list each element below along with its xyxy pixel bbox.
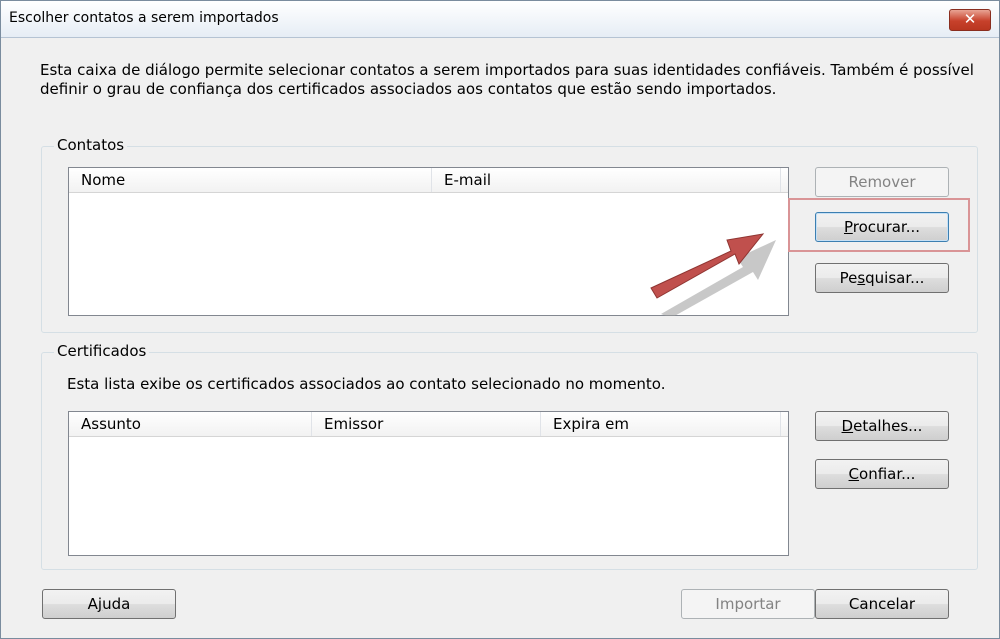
remove-button[interactable]: Remover [815,167,949,197]
details-button[interactable]: Detalhes... [815,411,949,441]
close-icon: ✕ [963,10,977,28]
column-header-name[interactable]: Nome [69,168,432,192]
close-button[interactable]: ✕ [949,9,991,31]
certificates-legend: Certificados [54,342,150,360]
trust-button[interactable]: Confiar... [815,459,949,489]
column-header-email[interactable]: E-mail [432,168,781,192]
remove-button-label: Remover [848,173,916,191]
browse-highlight-box [788,198,970,252]
contacts-list-header: Nome E-mail [69,168,788,193]
intro-text: Esta caixa de diálogo permite selecionar… [40,61,974,98]
certificates-list[interactable]: Assunto Emissor Expira em [68,411,789,556]
help-button-label: Ajuda [87,595,131,613]
pointer-arrow-icon [650,233,776,316]
cancel-button-label: Cancelar [848,595,916,613]
column-header-issuer[interactable]: Emissor [312,412,541,436]
search-button[interactable]: Pesquisar... [815,263,949,293]
details-button-label: Detalhes... [841,417,923,435]
title-bar: Escolher contatos a serem importados ✕ [1,1,999,38]
column-header-subject[interactable]: Assunto [69,412,312,436]
search-button-label: Pesquisar... [839,269,925,287]
trust-button-label: Confiar... [848,465,916,483]
contacts-legend: Contatos [54,136,128,154]
import-button-label: Importar [715,595,781,613]
import-contacts-dialog: Escolher contatos a serem importados ✕ E… [0,0,1000,639]
dialog-title: Escolher contatos a serem importados [9,10,279,26]
column-header-expires[interactable]: Expira em [541,412,781,436]
import-button[interactable]: Importar [681,589,815,619]
cancel-button[interactable]: Cancelar [815,589,949,619]
certificates-list-header: Assunto Emissor Expira em [69,412,788,437]
help-button[interactable]: Ajuda [42,589,176,619]
certificates-description: Esta lista exibe os certificados associa… [67,375,666,393]
